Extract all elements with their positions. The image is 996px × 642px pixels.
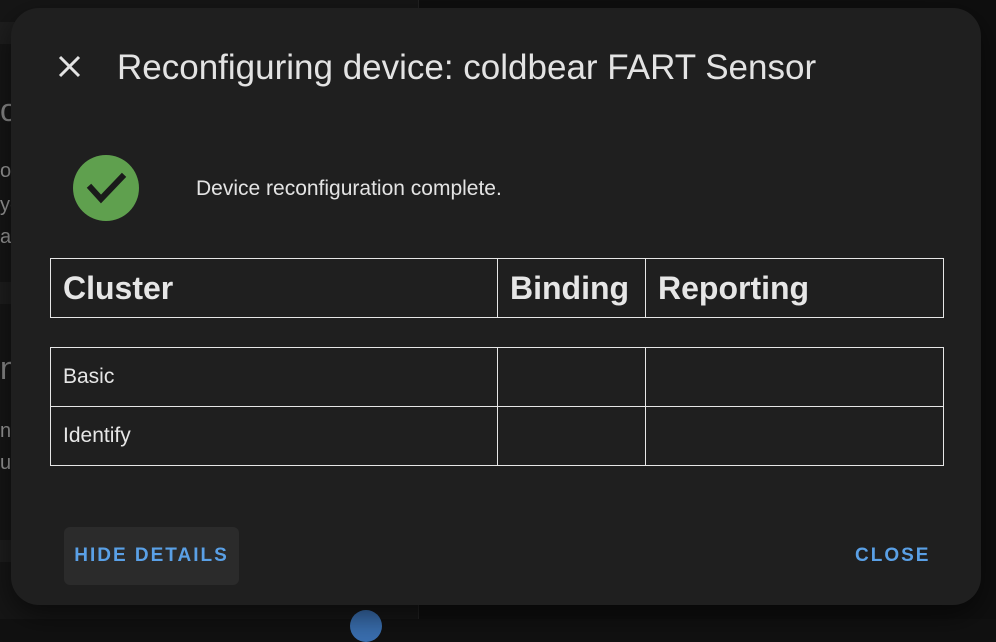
column-header-cluster: Cluster xyxy=(50,258,498,318)
table-row: Basic xyxy=(50,347,944,407)
background-fab xyxy=(350,610,382,642)
reconfigure-dialog: Reconfiguring device: coldbear FART Sens… xyxy=(11,8,981,605)
cluster-cell: Basic xyxy=(50,347,498,407)
column-header-binding: Binding xyxy=(497,258,646,318)
cluster-table-body: Basic Identify xyxy=(50,347,944,466)
hide-details-button[interactable]: HIDE DETAILS xyxy=(64,527,239,585)
background-text: u xyxy=(0,452,12,474)
cluster-cell: Identify xyxy=(50,406,498,466)
table-row: Identify xyxy=(50,406,944,466)
binding-cell xyxy=(497,406,646,466)
close-icon[interactable] xyxy=(51,48,91,88)
binding-cell xyxy=(497,347,646,407)
dialog-title: Reconfiguring device: coldbear FART Sens… xyxy=(117,48,817,87)
column-header-reporting: Reporting xyxy=(645,258,944,318)
check-circle-icon xyxy=(72,155,140,223)
close-button[interactable]: CLOSE xyxy=(855,544,930,568)
cluster-table-header: Cluster Binding Reporting xyxy=(50,258,944,318)
reporting-cell xyxy=(645,406,944,466)
status-message: Device reconfiguration complete. xyxy=(196,177,502,200)
reporting-cell xyxy=(645,347,944,407)
